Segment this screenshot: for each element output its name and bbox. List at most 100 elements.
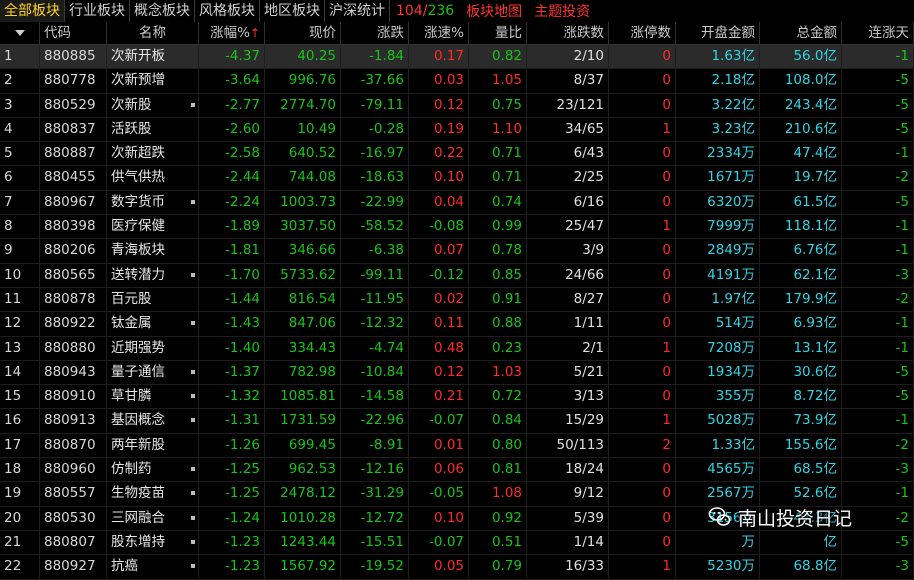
column-header-0[interactable]: 代码 <box>40 22 107 44</box>
up-down-count: 2/25 <box>527 166 609 190</box>
sector-name: 医疗保健 <box>107 215 199 239</box>
column-header-7[interactable]: 涨跌数 <box>527 22 609 44</box>
sector-name: 次新预增 <box>107 69 199 93</box>
chevron-down-icon[interactable] <box>14 29 25 37</box>
change-pct: -2.58 <box>199 142 265 166</box>
sector-code: 880398 <box>40 215 107 239</box>
volume-ratio: 0.99 <box>469 215 527 239</box>
open-amount: 1.33亿 <box>676 433 760 458</box>
up-down-count: 3/13 <box>527 385 609 409</box>
streak-days: -5 <box>842 530 914 555</box>
sector-code: 880922 <box>40 312 107 336</box>
table-row[interactable]: 16 880913 基因概念 -1.31 1731.59 -22.96 -0.07 0.84 1… <box>0 409 914 434</box>
total-amount: 179.9亿 <box>760 287 842 312</box>
row-index: 13 <box>0 336 40 360</box>
current-price: 40.25 <box>265 45 341 69</box>
limit-up-count: 0 <box>609 506 676 530</box>
change-speed: 0.19 <box>409 117 469 142</box>
table-row[interactable]: 22 880927 抗癌 -1.23 1567.92 -19.52 0.05 0.79 16/3… <box>0 555 914 580</box>
table-row[interactable]: 2 880778 次新预增 -3.64 996.76 -37.66 0.03 1.05 8/37… <box>0 69 914 94</box>
table-row[interactable]: 10 880565 送转潜力 -1.70 5733.62 -99.11 -0.12 0.85 2… <box>0 263 914 288</box>
row-index: 5 <box>0 142 40 166</box>
tab-4[interactable]: 地区板块 <box>260 0 325 22</box>
volume-ratio: 1.03 <box>469 360 527 385</box>
table-row[interactable]: 3 880529 次新股 -2.77 2774.70 -79.11 0.12 0.75 23/1… <box>0 93 914 118</box>
table-row[interactable]: 5 880887 次新超跌 -2.58 640.52 -16.97 0.22 0.71 6/43… <box>0 142 914 167</box>
current-price: 1567.92 <box>265 555 341 579</box>
column-header-label: 现价 <box>309 25 336 41</box>
change-speed: 0.17 <box>409 45 469 69</box>
column-header-10[interactable]: 总金额 <box>760 22 842 44</box>
total-amount: 118.1亿 <box>760 215 842 239</box>
sector-name-text: 次新超跌 <box>111 145 165 162</box>
sector-name: 钛金属 <box>107 312 199 336</box>
table-row[interactable]: 11 880878 百元股 -1.44 816.54 -11.95 0.02 0.91 8/27… <box>0 287 914 313</box>
change-speed: -0.12 <box>409 263 469 287</box>
table-row[interactable]: 21 880807 股东增持 -1.23 1243.44 -15.51 -0.07 0.51 1… <box>0 530 914 556</box>
table-row[interactable]: 1 880885 次新开板 -4.37 40.25 -1.84 0.17 0.82 2/10 0 1… <box>0 45 914 70</box>
column-header-4[interactable]: 涨跌 <box>341 22 409 44</box>
column-header-11[interactable]: 连涨天 <box>842 22 914 44</box>
streak-days: -1 <box>842 142 914 166</box>
table-row[interactable]: 15 880910 草甘膦 -1.32 1085.81 -14.58 0.21 0.72 3/1… <box>0 385 914 410</box>
total-amount: 155.6亿 <box>760 433 842 458</box>
up-down-count: 50/113 <box>527 433 609 458</box>
column-header-2[interactable]: 涨幅%↑ <box>199 22 265 44</box>
sector-name: 活跃股 <box>107 117 199 142</box>
change-speed: 0.04 <box>409 190 469 215</box>
table-row[interactable]: 6 880455 供气供热 -2.44 744.08 -18.63 0.10 0.71 2/25… <box>0 166 914 191</box>
column-header-6[interactable]: 量比 <box>469 22 527 44</box>
table-row[interactable]: 8 880398 医疗保健 -1.89 3037.50 -58.52 -0.08 0.99 25… <box>0 215 914 240</box>
table-row[interactable]: 7 880967 数字货币 -2.24 1003.73 -22.99 0.04 0.74 6/1… <box>0 190 914 216</box>
up-down-count: 3/9 <box>527 239 609 263</box>
row-index: 22 <box>0 555 40 579</box>
link-1[interactable]: 主题投资 <box>528 1 596 21</box>
change-value: -37.66 <box>341 69 409 93</box>
tab-0[interactable]: 全部板块 <box>0 0 65 22</box>
sort-dropdown[interactable] <box>0 22 40 44</box>
change-value: -58.52 <box>341 215 409 239</box>
change-speed: 0.12 <box>409 360 469 385</box>
tab-5[interactable]: 沪深统计 <box>325 0 390 22</box>
table-row[interactable]: 18 880960 仿制药 -1.25 962.53 -12.16 0.06 0.81 18/2… <box>0 458 914 483</box>
sector-name-text: 数字货币 <box>111 193 165 210</box>
column-header-1[interactable]: 名称 <box>107 22 199 44</box>
tab-1[interactable]: 行业板块 <box>65 0 130 22</box>
table-row[interactable]: 12 880922 钛金属 -1.43 847.06 -12.32 0.11 0.88 1/11… <box>0 312 914 337</box>
sector-name-text: 百元股 <box>111 290 152 307</box>
sector-code: 880878 <box>40 287 107 312</box>
volume-ratio: 0.72 <box>469 385 527 409</box>
tab-3[interactable]: 风格板块 <box>195 0 260 22</box>
sector-name: 近期强势 <box>107 336 199 360</box>
table-row[interactable]: 4 880837 活跃股 -2.60 10.49 -0.28 0.19 1.10 34/65 1 3… <box>0 117 914 143</box>
up-down-count: 8/27 <box>527 287 609 312</box>
table-row[interactable]: 17 880870 两年新股 -1.26 699.45 -8.91 0.01 0.80 50/1… <box>0 433 914 459</box>
change-speed: 0.11 <box>409 312 469 336</box>
change-speed: 0.12 <box>409 93 469 117</box>
link-0[interactable]: 板块地图 <box>460 1 528 21</box>
streak-days: -2 <box>842 433 914 458</box>
change-value: -22.96 <box>341 409 409 433</box>
change-value: -22.99 <box>341 190 409 215</box>
board-tabs: 全部板块 行业板块 概念板块 风格板块 地区板块 沪深统计 104/236 板块地图 主题投资 <box>0 0 914 23</box>
column-header-3[interactable]: 现价 <box>265 22 341 44</box>
table-row[interactable]: 14 880943 量子通信 -1.37 782.98 -10.84 0.12 1.03 5/2… <box>0 360 914 386</box>
column-header-9[interactable]: 开盘金额 <box>676 22 760 44</box>
change-speed: 0.02 <box>409 287 469 312</box>
volume-ratio: 0.75 <box>469 93 527 117</box>
up-down-count: 9/12 <box>527 482 609 506</box>
column-header-label: 涨跌 <box>377 25 404 41</box>
column-header-8[interactable]: 涨停数 <box>609 22 676 44</box>
sector-name: 草甘膦 <box>107 385 199 409</box>
tab-2[interactable]: 概念板块 <box>130 0 195 22</box>
sector-name-text: 草甘膦 <box>111 388 152 405</box>
up-down-count: 16/33 <box>527 555 609 579</box>
marker-dot-icon <box>191 199 195 204</box>
column-header-5[interactable]: 涨速% <box>409 22 469 44</box>
up-down-count: 34/65 <box>527 117 609 142</box>
total-amount: 210.6亿 <box>760 117 842 142</box>
change-value: -19.52 <box>341 555 409 579</box>
table-row[interactable]: 13 880880 近期强势 -1.40 334.43 -4.74 0.48 0.23 2/1 1… <box>0 336 914 361</box>
limit-up-count: 0 <box>609 360 676 385</box>
table-row[interactable]: 9 880206 青海板块 -1.81 346.66 -6.38 0.07 0.78 3/9 0 2… <box>0 239 914 264</box>
